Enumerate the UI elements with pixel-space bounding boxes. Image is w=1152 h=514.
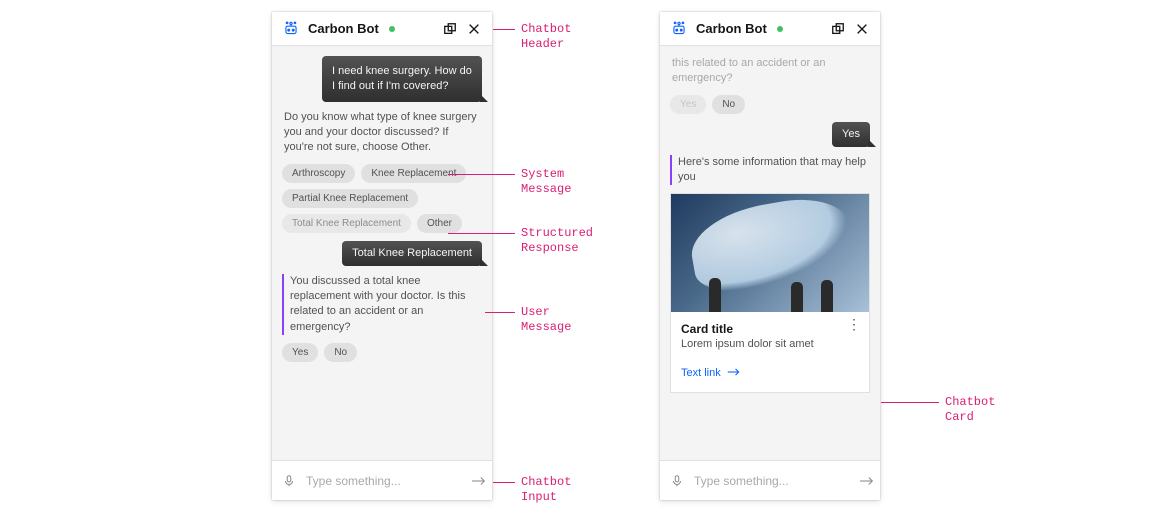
annotation-input: Chatbot Input xyxy=(521,475,571,505)
chatbot-panel-left: Carbon Bot I need knee surgery. How do I xyxy=(272,12,492,500)
status-indicator xyxy=(389,26,395,32)
chip-no[interactable]: No xyxy=(712,95,745,114)
yes-no-chips: Yes No xyxy=(282,343,482,362)
message-input[interactable] xyxy=(306,474,461,488)
close-icon[interactable] xyxy=(854,21,870,37)
chip-other[interactable]: Other xyxy=(417,214,462,233)
system-message: Do you know what type of knee surgery yo… xyxy=(282,110,482,156)
overflow-menu-icon[interactable]: ⋮ xyxy=(847,322,861,328)
chatbot-input xyxy=(272,460,492,500)
annotation-structured-response: Structured Response xyxy=(521,226,593,256)
chip-partial-knee-replacement[interactable]: Partial Knee Replacement xyxy=(282,189,418,208)
chatbot-panel-right: Carbon Bot this related to an accident o… xyxy=(660,12,880,500)
chatbot-header: Carbon Bot xyxy=(272,12,492,46)
annotation-connector xyxy=(881,402,939,403)
bot-icon xyxy=(282,20,300,38)
mic-icon[interactable] xyxy=(282,474,296,488)
close-icon[interactable] xyxy=(466,21,482,37)
user-message: Yes xyxy=(832,122,870,147)
card-subtitle: Lorem ipsum dolor sit amet xyxy=(681,338,859,350)
system-message: You discussed a total knee replacement w… xyxy=(282,274,482,336)
chip-no[interactable]: No xyxy=(324,343,357,362)
annotation-connector xyxy=(448,174,515,175)
status-indicator xyxy=(777,26,783,32)
annotation-connector xyxy=(493,482,515,483)
annotation-connector xyxy=(493,29,515,30)
chip-arthroscopy[interactable]: Arthroscopy xyxy=(282,164,355,183)
chatbot-card: Card title Lorem ipsum dolor sit amet ⋮ … xyxy=(670,193,870,393)
chat-body: this related to an accident or an emerge… xyxy=(660,46,880,460)
annotation-connector xyxy=(485,312,515,313)
annotation-header: Chatbot Header xyxy=(521,22,571,52)
yes-no-chips: Yes No xyxy=(670,95,870,114)
chip-yes[interactable]: Yes xyxy=(282,343,318,362)
annotation-system-message: System Message xyxy=(521,167,571,197)
card-image xyxy=(671,194,869,312)
card-link[interactable]: Text link xyxy=(681,367,721,379)
user-message-text: Total Knee Replacement xyxy=(352,247,472,259)
send-icon[interactable] xyxy=(859,474,875,488)
user-message: Total Knee Replacement xyxy=(342,241,482,266)
header-title: Carbon Bot xyxy=(696,21,767,36)
card-title: Card title xyxy=(681,322,859,336)
chatbot-input xyxy=(660,460,880,500)
user-message: I need knee surgery. How do I find out i… xyxy=(322,56,482,102)
chat-body: I need knee surgery. How do I find out i… xyxy=(272,46,492,460)
bot-icon xyxy=(670,20,688,38)
system-message: Here's some information that may help yo… xyxy=(670,155,870,186)
message-input[interactable] xyxy=(694,474,849,488)
mic-icon[interactable] xyxy=(670,474,684,488)
user-message-text: Yes xyxy=(842,128,860,140)
popout-icon[interactable] xyxy=(442,21,458,37)
header-title: Carbon Bot xyxy=(308,21,379,36)
chip-yes[interactable]: Yes xyxy=(670,95,706,114)
annotation-user-message: User Message xyxy=(521,305,571,335)
chip-total-knee-replacement[interactable]: Total Knee Replacement xyxy=(282,214,411,233)
popout-icon[interactable] xyxy=(830,21,846,37)
annotation-connector xyxy=(448,233,515,234)
system-message-faded: this related to an accident or an emerge… xyxy=(670,56,870,87)
annotation-card: Chatbot Card xyxy=(945,395,995,425)
chatbot-header: Carbon Bot xyxy=(660,12,880,46)
arrow-right-icon xyxy=(727,364,741,382)
send-icon[interactable] xyxy=(471,474,487,488)
user-message-text: I need knee surgery. How do I find out i… xyxy=(332,65,472,92)
